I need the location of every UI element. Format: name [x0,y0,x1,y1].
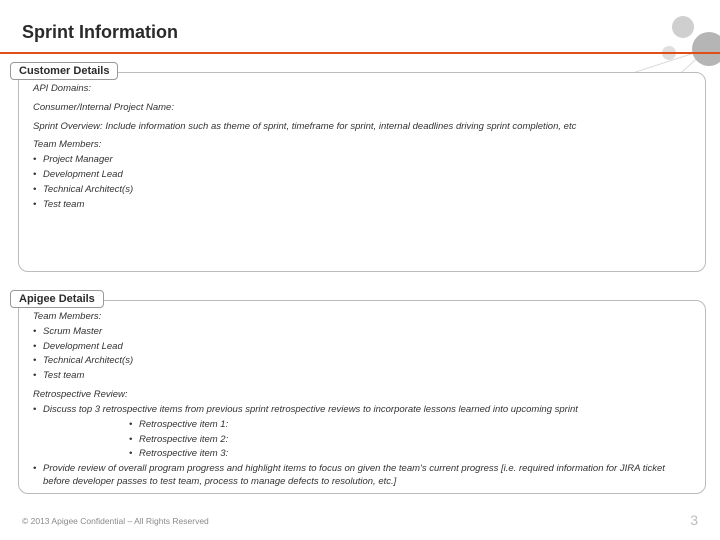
list-item: •Retrospective item 3: [33,448,691,461]
retro-item-label: Retrospective item 1: [139,419,228,432]
bullet-icon: • [33,169,43,182]
list-item: •Provide review of overall program progr… [33,463,691,489]
page-number: 3 [690,512,698,528]
member-label: Technical Architect(s) [43,184,133,197]
member-label: Technical Architect(s) [43,355,133,368]
retro-item-label: Retrospective item 2: [139,434,228,447]
project-name-label: Consumer/Internal Project Name: [33,102,691,115]
member-label: Development Lead [43,169,123,182]
api-domains-label: API Domains: [33,83,691,96]
retro-label: Discuss top 3 retrospective items from p… [43,404,578,417]
list-item: •Technical Architect(s) [33,355,691,368]
list-item: •Technical Architect(s) [33,184,691,197]
title-rule [0,52,720,54]
bullet-icon: • [33,184,43,197]
page-title: Sprint Information [22,22,178,43]
bullet-icon: • [33,341,43,354]
list-item: •Retrospective item 2: [33,434,691,447]
bullet-icon: • [129,448,139,461]
list-item: •Test team [33,199,691,212]
retro-item-label: Retrospective item 3: [139,448,228,461]
footer-copyright: © 2013 Apigee Confidential – All Rights … [22,516,209,526]
list-item: •Retrospective item 1: [33,419,691,432]
list-item: •Development Lead [33,341,691,354]
sprint-overview-label: Sprint Overview: Include information suc… [33,121,691,134]
apigee-details-tab: Apigee Details [10,290,104,308]
list-item: •Development Lead [33,169,691,182]
customer-details-tab: Customer Details [10,62,118,80]
retrospective-heading: Retrospective Review: [33,389,691,402]
bullet-icon: • [33,154,43,167]
corner-decoration [610,0,720,70]
member-label: Test team [43,370,84,383]
retro-label: Provide review of overall program progre… [43,463,691,489]
member-label: Scrum Master [43,326,102,339]
team-members-heading: Team Members: [33,139,691,152]
bullet-icon: • [129,434,139,447]
member-label: Project Manager [43,154,113,167]
apigee-details-panel: Team Members: •Scrum Master •Development… [18,300,706,494]
team-members-heading: Team Members: [33,311,691,324]
list-item: •Project Manager [33,154,691,167]
list-item: •Scrum Master [33,326,691,339]
member-label: Test team [43,199,84,212]
list-item: •Test team [33,370,691,383]
customer-details-panel: API Domains: Consumer/Internal Project N… [18,72,706,272]
bullet-icon: • [33,199,43,212]
bullet-icon: • [129,419,139,432]
bullet-icon: • [33,463,43,489]
bullet-icon: • [33,404,43,417]
bullet-icon: • [33,326,43,339]
member-label: Development Lead [43,341,123,354]
bullet-icon: • [33,355,43,368]
list-item: •Discuss top 3 retrospective items from … [33,404,691,417]
bullet-icon: • [33,370,43,383]
